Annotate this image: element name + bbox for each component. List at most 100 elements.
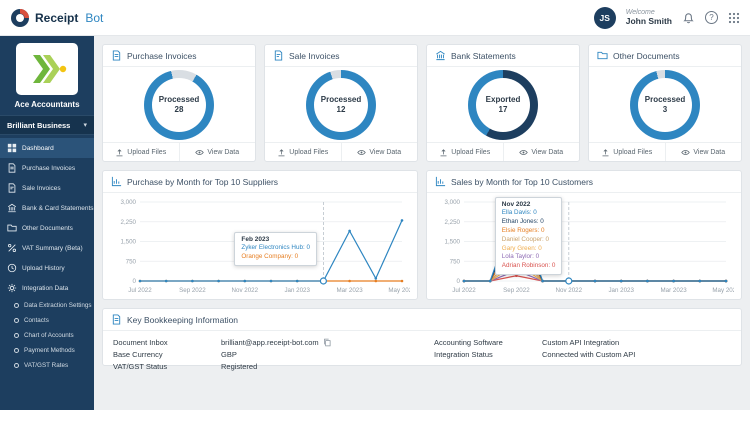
bank-statements-card: Bank Statements Exported 17 Upload Files… [426,44,580,162]
bar-chart-icon [435,176,446,187]
svg-text:0: 0 [457,278,461,285]
svg-text:750: 750 [450,258,461,265]
purchase-line-chart[interactable]: 0 750 1,500 2,250 3,000 Jul 2022 Sep 2022 Nov 2… [103,193,417,302]
user-block[interactable]: Welcome John Smith [626,9,672,26]
main-content: Purchase Invoices Processed 28 Upload Fi… [94,36,750,410]
donut-status: Exported [485,95,521,104]
svg-text:2,250: 2,250 [445,219,461,226]
sidebar-item-upload-history[interactable]: Upload History [0,258,94,278]
chart-title: Purchase by Month for Top 10 Suppliers [127,176,279,187]
card-title: Other Documents [613,50,680,61]
sidebar-item-purchase-invoices[interactable]: Purchase Invoices [0,158,94,178]
notifications-bell-icon[interactable] [682,11,695,24]
svg-text:Mar 2023: Mar 2023 [337,287,364,294]
user-name: John Smith [625,16,672,26]
sidebar-item-label: Upload History [22,264,65,272]
sidebar-item-label: Dashboard [22,144,54,152]
key-info-left-column: Document Inbox brilliant@app.receipt-bot… [113,336,410,372]
svg-text:3,000: 3,000 [121,199,137,206]
svg-text:Nov 2022: Nov 2022 [556,287,583,294]
gear-icon [7,283,17,293]
sidebar-item-bank-card-statements[interactable]: Bank & Card Statements [0,198,94,218]
key-info-row: Base Currency GBP [113,348,410,360]
copy-icon[interactable] [323,338,332,347]
svg-text:Jan 2023: Jan 2023 [608,287,634,294]
key-bookkeeping-info-card: Key Bookkeeping Information Document Inb… [102,308,742,371]
view-data-link[interactable]: View Data [502,143,580,161]
accounting-software-value: Custom API Integration [542,337,620,347]
view-data-link[interactable]: View Data [664,143,742,161]
welcome-label: Welcome [625,9,655,16]
other-documents-card: Other Documents Processed 3 Upload Files… [588,44,742,162]
chevron-down-icon: ▾ [83,122,87,129]
upload-files-link[interactable]: Upload Files [589,143,665,161]
view-data-link[interactable]: View Data [340,143,418,161]
document-icon [111,314,122,325]
invoice-icon [273,50,284,61]
sidebar-item-dashboard[interactable]: Dashboard [0,138,94,158]
integration-status-value: Connected with Custom API [542,349,636,359]
card-title: Purchase Invoices [127,50,197,61]
view-data-link[interactable]: View Data [178,143,256,161]
donut-status: Processed [644,95,686,104]
upload-files-link[interactable]: Upload Files [427,143,503,161]
tooltip-title: Feb 2023 [241,236,270,244]
business-selector-label: Brilliant Business [7,120,71,130]
sidebar-subitem-payment-methods[interactable]: Payment Methods [0,343,94,358]
upload-files-link[interactable]: Upload Files [265,143,341,161]
help-icon[interactable]: ? [705,11,718,24]
sidebar-item-vat-summary[interactable]: VAT Summary (Beta) [0,238,94,258]
upload-icon [278,148,285,156]
upload-icon [602,148,609,156]
clock-icon [7,263,17,273]
upload-files-link[interactable]: Upload Files [103,143,179,161]
sidebar-item-label: Sale Invoices [22,184,61,192]
view-data-label: View Data [693,148,726,156]
chart-tooltip: Nov 2022 Ella Davis: 0 Ethan Jones: 0 Elsi… [494,197,563,276]
folder-icon [7,223,17,233]
tooltip-title: Nov 2022 [501,201,531,209]
sidebar-item-integration-data[interactable]: Integration Data [0,278,94,298]
svg-text:Nov 2022: Nov 2022 [232,287,259,294]
donut-chart: Processed 3 [630,69,700,140]
receipt-bot-logo[interactable]: Receipt Bot [10,8,103,28]
sales-line-chart[interactable]: 0 750 1,500 2,250 3,000 Jul 2022 Sep 2022 Nov 2… [427,193,741,302]
sidebar-subitem-label: Payment Methods [24,347,75,354]
svg-text:3,000: 3,000 [445,199,461,206]
percent-icon [7,243,17,253]
donut-count: 3 [662,105,668,114]
invoice-icon [111,50,122,61]
sidebar: Ace Accountants Brilliant Business ▾ Das… [0,36,94,410]
donut-chart: Exported 17 [468,69,538,140]
base-currency-value: GBP [221,349,237,359]
receipt-bot-logo-icon [11,8,29,27]
sidebar-subitem-chart-of-accounts[interactable]: Chart of Accounts [0,328,94,343]
bullet-icon [14,348,19,353]
bank-icon [7,203,17,213]
business-selector[interactable]: Brilliant Business ▾ [0,115,94,135]
svg-text:May 2023: May 2023 [388,287,410,294]
avatar[interactable]: JS [593,6,616,29]
svg-text:750: 750 [126,258,137,265]
sidebar-subitem-vat-gst-rates[interactable]: VAT/GST Rates [0,358,94,373]
donut-chart: Processed 28 [144,69,214,140]
eye-icon [195,149,205,155]
sidebar-subitem-label: Chart of Accounts [24,332,74,339]
line-chart-canvas: 0 750 1,500 2,250 3,000 Jul 2022 Sep 2022 Nov 2… [445,199,741,294]
dashboard-icon [7,143,17,153]
svg-text:1,500: 1,500 [445,239,461,246]
svg-text:0: 0 [133,278,137,285]
key-info-row: Document Inbox brilliant@app.receipt-bot… [113,336,410,348]
sidebar-item-sale-invoices[interactable]: Sale Invoices [0,178,94,198]
tooltip-item: Zyker Electronics Hub: 0 [241,244,310,252]
sidebar-item-other-documents[interactable]: Other Documents [0,218,94,238]
card-title: Key Bookkeeping Information [127,314,239,325]
sidebar-subitem-contacts[interactable]: Contacts [0,313,94,328]
sidebar-subitem-data-extraction-settings[interactable]: Data Extraction Settings [0,298,94,313]
svg-text:2,250: 2,250 [121,219,137,226]
brand-text-receipt: Receipt [35,10,79,25]
apps-grid-icon[interactable] [728,12,740,24]
eye-icon [681,149,691,155]
tooltip-item: Lola Taylor: 0 [501,253,540,261]
donut-status: Processed [320,95,362,104]
